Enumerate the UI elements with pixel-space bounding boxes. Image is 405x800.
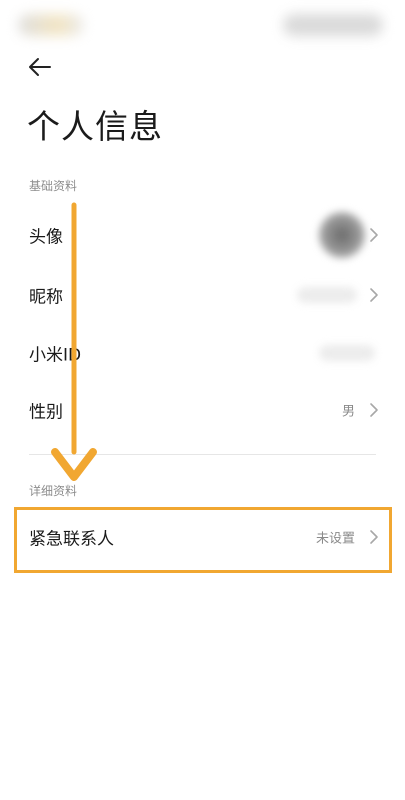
row-avatar-label: 头像 [29,227,63,248]
row-mi-id-label: 小米ID [29,345,82,366]
section-divider [29,454,376,455]
back-arrow-icon [29,58,51,76]
highlight-box [14,507,392,573]
chevron-right-icon [370,403,378,417]
avatar [319,212,365,258]
page-title: 个人信息 [27,107,163,146]
section-label-detail: 详细资料 [29,484,78,498]
back-button[interactable] [24,52,56,82]
section-label-basic: 基础资料 [29,179,78,193]
row-nickname-label: 昵称 [29,287,63,308]
chevron-right-icon [370,288,378,302]
row-nickname[interactable]: 昵称 [0,267,405,323]
chevron-right-icon [370,228,378,242]
row-avatar[interactable]: 头像 [0,207,405,263]
status-bar-left-blurred [18,14,84,36]
row-gender[interactable]: 性别 男 [0,382,405,438]
row-gender-label: 性别 [29,402,63,423]
row-gender-value: 男 [341,404,355,420]
row-mi-id[interactable]: 小米ID [0,325,405,381]
nickname-value-blurred [297,287,357,303]
mi-id-value-blurred [319,345,375,361]
status-bar-right-blurred [283,14,383,36]
